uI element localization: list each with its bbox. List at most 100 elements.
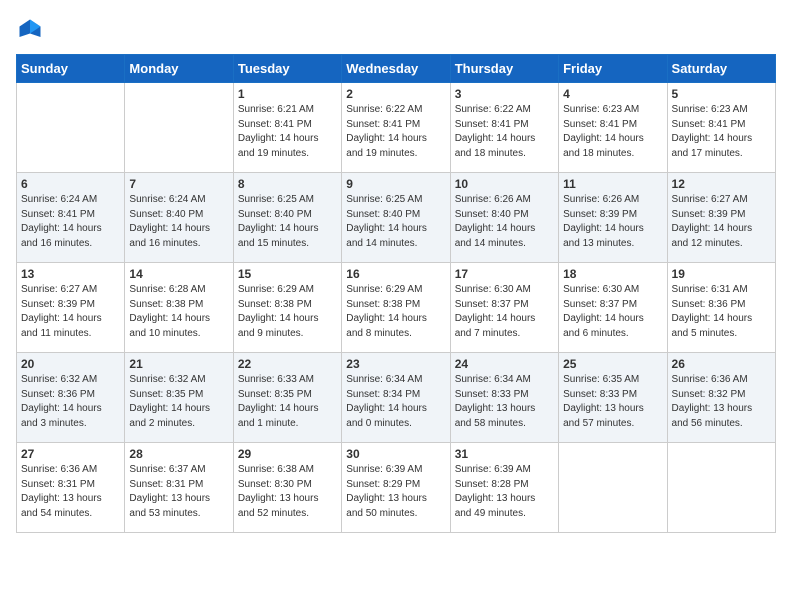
day-number: 15 <box>238 267 337 281</box>
logo <box>16 16 48 44</box>
day-info: Sunrise: 6:22 AM Sunset: 8:41 PM Dayligh… <box>455 103 554 161</box>
day-info: Sunrise: 6:23 AM Sunset: 8:41 PM Dayligh… <box>563 103 662 161</box>
calendar-cell: 19 Sunrise: 6:31 AM Sunset: 8:36 PM Dayli… <box>667 263 775 353</box>
calendar-week-row: 6 Sunrise: 6:24 AM Sunset: 8:41 PM Daylig… <box>17 173 776 263</box>
weekday-header: Friday <box>559 55 667 83</box>
day-info: Sunrise: 6:37 AM Sunset: 8:31 PM Dayligh… <box>129 463 228 521</box>
day-number: 22 <box>238 357 337 371</box>
day-number: 10 <box>455 177 554 191</box>
calendar-cell: 3 Sunrise: 6:22 AM Sunset: 8:41 PM Daylig… <box>450 83 558 173</box>
calendar-cell: 12 Sunrise: 6:27 AM Sunset: 8:39 PM Dayli… <box>667 173 775 263</box>
weekday-header: Tuesday <box>233 55 341 83</box>
calendar-cell <box>125 83 233 173</box>
day-number: 25 <box>563 357 662 371</box>
day-number: 20 <box>21 357 120 371</box>
calendar-week-row: 1 Sunrise: 6:21 AM Sunset: 8:41 PM Daylig… <box>17 83 776 173</box>
day-number: 1 <box>238 87 337 101</box>
day-info: Sunrise: 6:24 AM Sunset: 8:40 PM Dayligh… <box>129 193 228 251</box>
day-info: Sunrise: 6:34 AM Sunset: 8:33 PM Dayligh… <box>455 373 554 431</box>
calendar-cell: 26Sunrise: 6:36 AM Sunset: 8:32 PM Dayli… <box>667 353 775 443</box>
calendar-cell: 18Sunrise: 6:30 AM Sunset: 8:37 PM Dayli… <box>559 263 667 353</box>
day-info: Sunrise: 6:29 AM Sunset: 8:38 PM Dayligh… <box>238 283 337 341</box>
day-number: 19 <box>672 267 771 281</box>
calendar-cell: 1 Sunrise: 6:21 AM Sunset: 8:41 PM Daylig… <box>233 83 341 173</box>
calendar-cell: 22 Sunrise: 6:33 AM Sunset: 8:35 PM Dayli… <box>233 353 341 443</box>
logo-icon <box>16 16 44 44</box>
calendar-cell: 15 Sunrise: 6:29 AM Sunset: 8:38 PM Dayli… <box>233 263 341 353</box>
day-info: Sunrise: 6:28 AM Sunset: 8:38 PM Dayligh… <box>129 283 228 341</box>
day-info: Sunrise: 6:25 AM Sunset: 8:40 PM Dayligh… <box>346 193 445 251</box>
day-info: Sunrise: 6:22 AM Sunset: 8:41 PM Dayligh… <box>346 103 445 161</box>
page-header <box>16 16 776 44</box>
calendar-cell: 5 Sunrise: 6:23 AM Sunset: 8:41 PM Daylig… <box>667 83 775 173</box>
day-number: 13 <box>21 267 120 281</box>
day-info: Sunrise: 6:34 AM Sunset: 8:34 PM Dayligh… <box>346 373 445 431</box>
calendar-header-row: SundayMondayTuesdayWednesdayThursdayFrid… <box>17 55 776 83</box>
day-info: Sunrise: 6:26 AM Sunset: 8:39 PM Dayligh… <box>563 193 662 251</box>
calendar-cell <box>667 443 775 533</box>
calendar-cell: 2 Sunrise: 6:22 AM Sunset: 8:41 PM Daylig… <box>342 83 450 173</box>
day-info: Sunrise: 6:29 AM Sunset: 8:38 PM Dayligh… <box>346 283 445 341</box>
day-info: Sunrise: 6:23 AM Sunset: 8:41 PM Dayligh… <box>672 103 771 161</box>
day-number: 11 <box>563 177 662 191</box>
calendar-cell: 7 Sunrise: 6:24 AM Sunset: 8:40 PM Daylig… <box>125 173 233 263</box>
calendar-cell: 17 Sunrise: 6:30 AM Sunset: 8:37 PM Dayli… <box>450 263 558 353</box>
day-number: 4 <box>563 87 662 101</box>
calendar-cell: 8 Sunrise: 6:25 AM Sunset: 8:40 PM Daylig… <box>233 173 341 263</box>
day-info: Sunrise: 6:38 AM Sunset: 8:30 PM Dayligh… <box>238 463 337 521</box>
day-number: 12 <box>672 177 771 191</box>
day-info: Sunrise: 6:30 AM Sunset: 8:37 PM Dayligh… <box>563 283 662 341</box>
day-number: 2 <box>346 87 445 101</box>
day-number: 9 <box>346 177 445 191</box>
weekday-header: Sunday <box>17 55 125 83</box>
day-info: Sunrise: 6:31 AM Sunset: 8:36 PM Dayligh… <box>672 283 771 341</box>
calendar-cell: 31 Sunrise: 6:39 AM Sunset: 8:28 PM Dayli… <box>450 443 558 533</box>
calendar-cell: 29Sunrise: 6:38 AM Sunset: 8:30 PM Dayli… <box>233 443 341 533</box>
day-number: 14 <box>129 267 228 281</box>
day-number: 6 <box>21 177 120 191</box>
calendar-cell: 10Sunrise: 6:26 AM Sunset: 8:40 PM Dayli… <box>450 173 558 263</box>
calendar-cell <box>559 443 667 533</box>
day-number: 27 <box>21 447 120 461</box>
day-info: Sunrise: 6:25 AM Sunset: 8:40 PM Dayligh… <box>238 193 337 251</box>
day-info: Sunrise: 6:27 AM Sunset: 8:39 PM Dayligh… <box>672 193 771 251</box>
calendar-week-row: 20 Sunrise: 6:32 AM Sunset: 8:36 PM Dayli… <box>17 353 776 443</box>
day-info: Sunrise: 6:30 AM Sunset: 8:37 PM Dayligh… <box>455 283 554 341</box>
day-number: 28 <box>129 447 228 461</box>
calendar-cell: 30Sunrise: 6:39 AM Sunset: 8:29 PM Dayli… <box>342 443 450 533</box>
calendar-cell: 16Sunrise: 6:29 AM Sunset: 8:38 PM Dayli… <box>342 263 450 353</box>
day-number: 31 <box>455 447 554 461</box>
weekday-header: Monday <box>125 55 233 83</box>
day-info: Sunrise: 6:24 AM Sunset: 8:41 PM Dayligh… <box>21 193 120 251</box>
calendar-cell: 6 Sunrise: 6:24 AM Sunset: 8:41 PM Daylig… <box>17 173 125 263</box>
day-number: 8 <box>238 177 337 191</box>
day-info: Sunrise: 6:33 AM Sunset: 8:35 PM Dayligh… <box>238 373 337 431</box>
calendar-cell: 23 Sunrise: 6:34 AM Sunset: 8:34 PM Dayli… <box>342 353 450 443</box>
day-number: 7 <box>129 177 228 191</box>
calendar-cell: 4 Sunrise: 6:23 AM Sunset: 8:41 PM Daylig… <box>559 83 667 173</box>
calendar-week-row: 27Sunrise: 6:36 AM Sunset: 8:31 PM Dayli… <box>17 443 776 533</box>
day-number: 5 <box>672 87 771 101</box>
calendar-cell: 24 Sunrise: 6:34 AM Sunset: 8:33 PM Dayli… <box>450 353 558 443</box>
day-number: 3 <box>455 87 554 101</box>
day-number: 17 <box>455 267 554 281</box>
calendar-week-row: 13 Sunrise: 6:27 AM Sunset: 8:39 PM Dayli… <box>17 263 776 353</box>
calendar-cell <box>17 83 125 173</box>
day-info: Sunrise: 6:32 AM Sunset: 8:36 PM Dayligh… <box>21 373 120 431</box>
day-info: Sunrise: 6:39 AM Sunset: 8:28 PM Dayligh… <box>455 463 554 521</box>
calendar-cell: 14 Sunrise: 6:28 AM Sunset: 8:38 PM Dayli… <box>125 263 233 353</box>
calendar-cell: 13 Sunrise: 6:27 AM Sunset: 8:39 PM Dayli… <box>17 263 125 353</box>
day-number: 30 <box>346 447 445 461</box>
weekday-header: Thursday <box>450 55 558 83</box>
day-info: Sunrise: 6:32 AM Sunset: 8:35 PM Dayligh… <box>129 373 228 431</box>
day-info: Sunrise: 6:27 AM Sunset: 8:39 PM Dayligh… <box>21 283 120 341</box>
day-info: Sunrise: 6:21 AM Sunset: 8:41 PM Dayligh… <box>238 103 337 161</box>
calendar-cell: 11 Sunrise: 6:26 AM Sunset: 8:39 PM Dayli… <box>559 173 667 263</box>
calendar-cell: 27Sunrise: 6:36 AM Sunset: 8:31 PM Dayli… <box>17 443 125 533</box>
day-number: 23 <box>346 357 445 371</box>
calendar-cell: 20 Sunrise: 6:32 AM Sunset: 8:36 PM Dayli… <box>17 353 125 443</box>
calendar-cell: 28 Sunrise: 6:37 AM Sunset: 8:31 PM Dayli… <box>125 443 233 533</box>
calendar-table: SundayMondayTuesdayWednesdayThursdayFrid… <box>16 54 776 533</box>
day-number: 26 <box>672 357 771 371</box>
day-number: 24 <box>455 357 554 371</box>
